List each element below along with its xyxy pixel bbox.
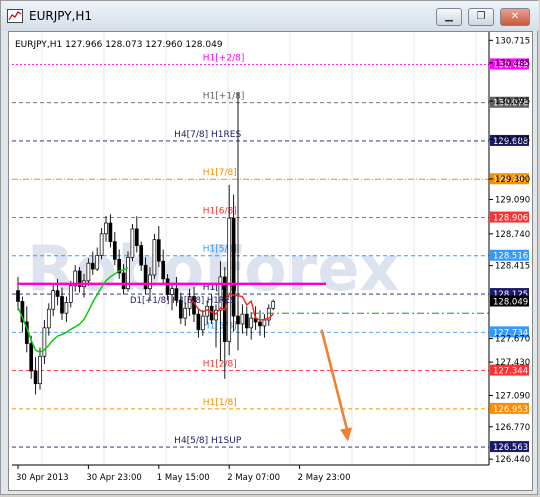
candle-body <box>99 233 104 256</box>
candle-body <box>60 296 64 314</box>
candle-body <box>152 239 157 276</box>
candle-body <box>38 355 42 385</box>
chart-window: EURJPY,H1 ▁ ❐ ✕ RoboForex H1[+2/8] 130.46… <box>0 0 539 495</box>
candle-body <box>143 264 148 290</box>
candle-body <box>51 290 56 310</box>
price-tick-label: 127.430 <box>495 358 530 368</box>
candle-body <box>183 307 188 319</box>
price-label-text: 126.953 <box>493 405 528 415</box>
candle-body <box>148 274 152 290</box>
price-tick-label: 129.300 <box>495 175 530 185</box>
target-arrow-shaft <box>320 329 350 434</box>
candle-body <box>240 313 245 325</box>
candle-body <box>42 327 47 357</box>
murrey-level-label: H1[2/8] <box>203 360 237 370</box>
close-button[interactable]: ✕ <box>500 8 530 26</box>
candle-body <box>139 245 144 266</box>
murrey-level-label: H1[5/8] <box>203 245 237 255</box>
murrey-level-label: H1[3/8] <box>203 321 237 331</box>
candle-body <box>86 262 91 282</box>
chart-app-icon <box>7 9 23 23</box>
title-bar[interactable]: EURJPY,H1 ▁ ❐ ✕ <box>1 1 539 31</box>
chart-area[interactable]: RoboForex H1[+2/8] 130.469 H1[+1/8] 130.078… <box>8 31 533 491</box>
price-tick-label: 130.095 <box>495 97 530 107</box>
price-chart[interactable]: RoboForex H1[+2/8]130.469H1[+1/8]130.078… <box>9 32 532 490</box>
price-tick-label: 128.415 <box>495 262 530 272</box>
price-tick-label: 130.715 <box>495 36 530 46</box>
candle-body <box>104 222 108 235</box>
last-price-label: 128.049 <box>493 297 528 307</box>
target-arrow-head <box>340 427 352 442</box>
price-tick-label: 128.740 <box>495 230 530 240</box>
candle-body <box>68 285 73 303</box>
restore-button[interactable]: ❐ <box>468 8 494 26</box>
murrey-level-label: H4[7/8] H1RES <box>174 130 241 140</box>
murrey-level-label: H1[1/8] <box>203 398 237 408</box>
candle-body <box>205 305 210 317</box>
candle-body <box>196 313 201 331</box>
candle-body <box>244 313 249 329</box>
candle-body <box>156 239 161 262</box>
price-tick-label: 130.485 <box>495 59 530 69</box>
time-tick-label: 30 Apr 2013 <box>16 473 69 483</box>
candle-body <box>121 272 126 290</box>
time-tick-label: 2 May 07:00 <box>227 473 280 483</box>
price-tick-label: 126.440 <box>495 455 530 465</box>
price-label-text: 128.906 <box>493 214 528 224</box>
candle-body <box>29 343 34 372</box>
murrey-level-label: H1[+2/8] <box>203 53 245 63</box>
time-tick-label: 1 May 15:00 <box>157 473 210 483</box>
candle-body <box>95 255 100 270</box>
price-tick-label: 129.090 <box>495 196 530 206</box>
candle-body <box>108 222 113 242</box>
candle-body <box>33 370 38 385</box>
price-label-text: 128.516 <box>493 252 528 262</box>
candle-body <box>90 262 95 270</box>
price-tick-label: 127.670 <box>495 335 530 345</box>
candle-body <box>200 315 205 331</box>
price-tick-label: 126.770 <box>495 423 530 433</box>
window-title: EURJPY,H1 <box>29 9 93 23</box>
candle-body <box>16 290 20 302</box>
candle-body <box>249 317 254 329</box>
minimize-button[interactable]: ▁ <box>436 8 462 26</box>
candle-body <box>262 319 267 327</box>
candle-body <box>112 241 117 260</box>
murrey-level-label: H4[5/8] H1SUP <box>174 436 242 446</box>
murrey-level-label: H1[6/8] <box>203 207 237 217</box>
time-tick-label: 30 Apr 23:00 <box>86 473 141 483</box>
time-tick-label: 2 May 23:00 <box>298 473 351 483</box>
overlap-label: D1[+1/8] H4[6/8] H1RES <box>130 296 235 306</box>
candle-body <box>271 301 276 309</box>
candle-body <box>170 288 174 295</box>
price-tick-label: 127.090 <box>495 391 530 401</box>
murrey-level-label: H1[7/8] <box>203 168 237 178</box>
candle-body <box>130 228 135 258</box>
candle-body <box>258 321 262 327</box>
candle-body <box>165 278 170 295</box>
candle-body <box>64 302 69 314</box>
ohlc-header: EURJPY,H1 127.966 128.073 127.960 128.04… <box>15 40 223 50</box>
candle-body <box>55 290 60 297</box>
candle-body <box>134 228 139 246</box>
price-label-text: 126.563 <box>493 443 528 453</box>
candle-body <box>161 260 166 280</box>
candle-body <box>46 308 51 329</box>
candle-body <box>227 217 232 342</box>
price-tick-label: 129.705 <box>495 135 530 145</box>
